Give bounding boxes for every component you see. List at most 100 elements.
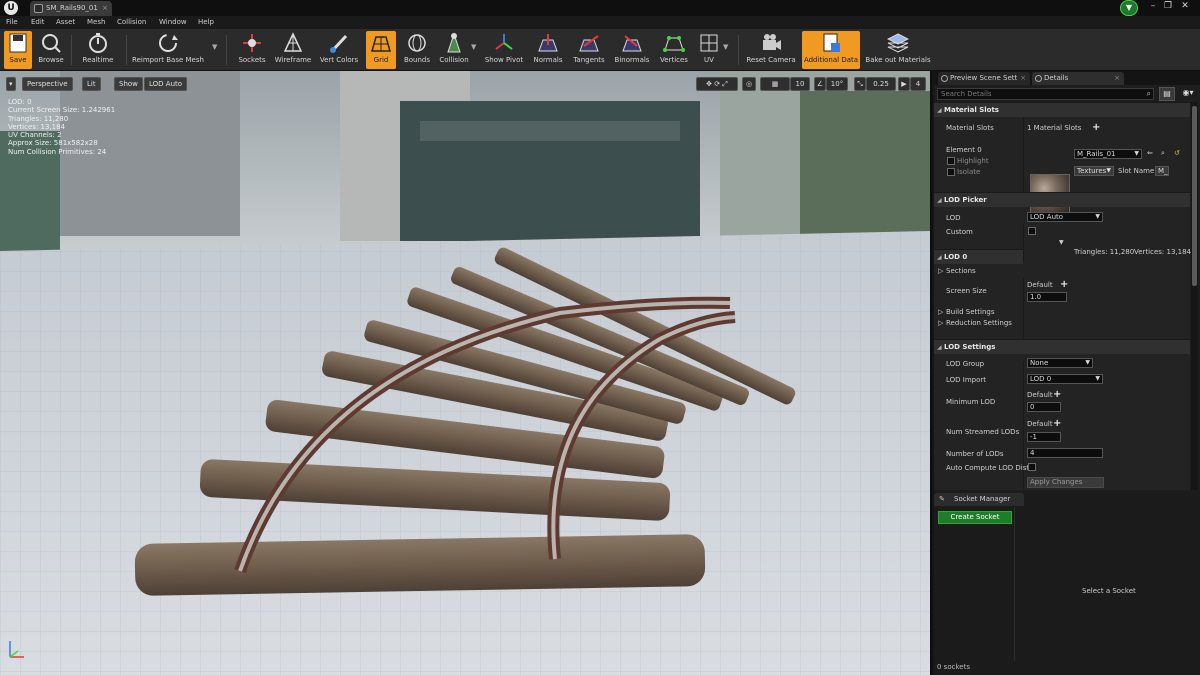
menu-mesh[interactable]: Mesh <box>87 16 105 29</box>
camera-speed-value[interactable]: 4 <box>910 77 926 91</box>
browse-asset-icon[interactable]: ⌕ <box>1161 149 1165 158</box>
eye-icon[interactable]: ◉▾ <box>1179 87 1197 101</box>
lod-import-dropdown[interactable]: LOD 0 ▼ <box>1027 374 1103 384</box>
bake-out-materials-button[interactable]: Bake out Materials <box>864 31 932 69</box>
tab-details[interactable]: Details × <box>1032 72 1124 85</box>
auto-compute-lod-checkbox[interactable] <box>1028 463 1036 471</box>
screen-size-field[interactable]: 1.0 <box>1027 292 1067 302</box>
show-pivot-button[interactable]: Show Pivot <box>482 31 526 69</box>
view-options-icon[interactable]: ▤ <box>1159 87 1175 101</box>
uv-dropdown-icon[interactable]: ▼ <box>723 43 728 51</box>
lit-button[interactable]: Lit <box>82 77 101 91</box>
lod-auto-button[interactable]: LOD Auto <box>144 77 188 91</box>
lod-group-dropdown[interactable]: None ▼ <box>1027 358 1093 368</box>
perspective-button[interactable]: Perspective <box>22 77 73 91</box>
grid-button[interactable]: Grid <box>366 31 396 69</box>
uv-button[interactable]: UV <box>696 31 722 69</box>
normals-icon <box>537 32 559 54</box>
minimize-icon[interactable]: – <box>1146 0 1160 14</box>
socket-manager-tab[interactable]: ✎ Socket Manager <box>934 493 1024 506</box>
reimport-dropdown-icon[interactable]: ▼ <box>212 43 217 51</box>
min-lod-field[interactable]: 0 <box>1027 402 1061 412</box>
restore-icon[interactable]: ❐ <box>1161 0 1175 14</box>
realtime-button[interactable]: Realtime <box>80 31 116 69</box>
source-control-icon[interactable]: ▼ <box>1120 0 1138 16</box>
textures-dropdown[interactable]: Textures ▼ <box>1074 166 1114 176</box>
search-details-input[interactable]: Search Details ⌕ <box>937 88 1154 100</box>
sockets-button[interactable]: Sockets <box>236 31 268 69</box>
bounds-button[interactable]: Bounds <box>400 31 434 69</box>
add-material-slot-icon[interactable]: + <box>1092 123 1100 133</box>
close-window-icon[interactable]: ✕ <box>1178 0 1192 14</box>
additional-data-button[interactable]: Additional Data <box>802 31 860 69</box>
vert-colors-button[interactable]: Vert Colors <box>318 31 360 69</box>
apply-changes-button[interactable]: Apply Changes <box>1027 477 1104 488</box>
viewport-options-button[interactable]: ▾ <box>6 77 16 91</box>
slot-name-field[interactable]: M_ <box>1155 166 1169 176</box>
normals-button[interactable]: Normals <box>530 31 566 69</box>
use-selected-icon[interactable]: ⇐ <box>1147 149 1153 157</box>
tangents-icon <box>578 32 600 54</box>
collision-dropdown-icon[interactable]: ▼ <box>471 43 476 51</box>
tab-preview-scene-settings[interactable]: Preview Scene Sett × <box>938 72 1030 85</box>
material-slots-header[interactable]: ◢ Material Slots <box>934 102 1190 117</box>
viewport[interactable]: ▾ Perspective Lit Show LOD Auto LOD: 0 C… <box>0 71 932 675</box>
scrollbar-thumb[interactable] <box>1192 106 1197 286</box>
number-of-lods-slider[interactable]: 4 <box>1027 448 1103 458</box>
menu-collision[interactable]: Collision <box>117 16 146 29</box>
document-tab-title: SM_Rails90_01 <box>46 4 98 12</box>
num-streamed-lods-field[interactable]: -1 <box>1027 432 1061 442</box>
rotation-snap-icon[interactable]: ∠ <box>814 77 826 91</box>
scale-snap-value[interactable]: 0.25 <box>866 77 896 91</box>
scale-snap-icon[interactable]: ⤡ <box>854 77 866 91</box>
expand-advanced-icon[interactable]: ▼ <box>1059 239 1064 246</box>
binormals-button[interactable]: Binormals <box>612 31 652 69</box>
custom-checkbox[interactable] <box>1028 227 1036 235</box>
build-settings-expand-icon[interactable]: ▷ <box>938 308 943 316</box>
transform-tools[interactable]: ✥ ⟳ ⤢ <box>696 77 738 91</box>
create-socket-button[interactable]: Create Socket <box>938 511 1012 524</box>
menu-edit[interactable]: Edit <box>31 16 45 29</box>
camera-speed-icon[interactable]: ▶ <box>898 77 910 91</box>
reset-icon[interactable]: ↺ <box>1174 149 1180 157</box>
wireframe-button[interactable]: Wireframe <box>274 31 312 69</box>
vertices-count: Vertices: 13,184 <box>1134 248 1191 256</box>
add-min-lod-icon[interactable]: + <box>1053 390 1061 400</box>
show-button[interactable]: Show <box>114 77 143 91</box>
close-tab-icon[interactable]: × <box>102 1 108 16</box>
material-dropdown[interactable]: M_Rails_01 ▼ <box>1074 149 1142 159</box>
document-tab[interactable]: SM_Rails90_01 × <box>30 1 112 16</box>
reduction-settings-expand-icon[interactable]: ▷ <box>938 319 943 327</box>
title-bar: U SM_Rails90_01 × ▼ – ❐ ✕ <box>0 0 1200 16</box>
browse-button[interactable]: Browse <box>34 31 68 69</box>
collision-button[interactable]: Collision <box>438 31 470 69</box>
grid-snap-toggle[interactable]: ▦ <box>760 77 790 91</box>
menu-file[interactable]: File <box>6 16 18 29</box>
vertices-button[interactable]: Vertices <box>656 31 692 69</box>
tab-scene-label: Preview Scene Sett <box>950 74 1018 82</box>
tangents-button[interactable]: Tangents <box>570 31 608 69</box>
surface-snap-icon[interactable]: ◎ <box>742 77 756 91</box>
isolate-checkbox[interactable] <box>947 168 955 176</box>
add-num-streamed-icon[interactable]: + <box>1053 419 1061 429</box>
grid-snap-value[interactable]: 10 <box>790 77 810 91</box>
lod-settings-header[interactable]: ◢ LOD Settings <box>934 339 1190 354</box>
menu-window[interactable]: Window <box>159 16 187 29</box>
sections-expand-icon[interactable]: ▷ <box>938 267 943 275</box>
reimport-base-mesh-button[interactable]: Reimport Base Mesh <box>130 31 206 69</box>
save-button[interactable]: Save <box>4 31 32 69</box>
menu-asset[interactable]: Asset <box>56 16 75 29</box>
details-scrollbar[interactable] <box>1191 102 1198 490</box>
close-tab-icon[interactable]: × <box>1020 72 1026 85</box>
highlight-checkbox[interactable] <box>947 157 955 165</box>
menu-help[interactable]: Help <box>198 16 214 29</box>
unreal-logo-icon[interactable]: U <box>4 1 18 15</box>
reset-camera-button[interactable]: Reset Camera <box>746 31 796 69</box>
lod0-header[interactable]: ◢ LOD 0 <box>934 249 1023 264</box>
lod-dropdown[interactable]: LOD Auto ▼ <box>1027 212 1103 222</box>
rotation-snap-value[interactable]: 10° <box>826 77 848 91</box>
socket-splitter[interactable] <box>1014 507 1015 661</box>
add-screen-size-icon[interactable]: + <box>1060 280 1068 290</box>
close-tab-icon[interactable]: × <box>1114 72 1120 85</box>
lod-picker-header[interactable]: ◢ LOD Picker <box>934 192 1190 207</box>
